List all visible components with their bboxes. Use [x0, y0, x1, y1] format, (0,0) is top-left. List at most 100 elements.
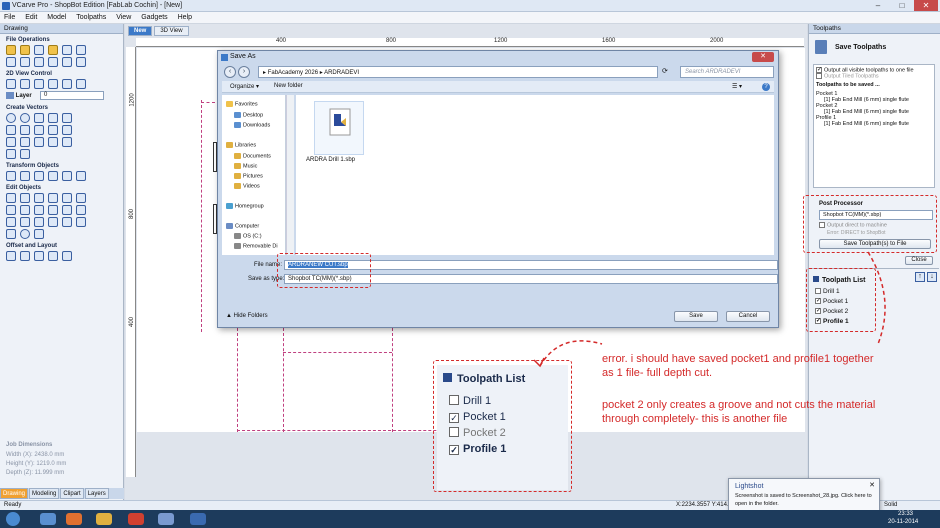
- close-panel-button[interactable]: Close: [905, 256, 933, 265]
- menu-help[interactable]: Help: [174, 12, 196, 23]
- save-icon[interactable]: [34, 45, 44, 55]
- nav-removable[interactable]: Removable Di: [234, 243, 278, 249]
- line-tool-icon[interactable]: [6, 125, 16, 135]
- arc-tool-icon[interactable]: [34, 125, 44, 135]
- new-folder-button[interactable]: New folder: [274, 83, 303, 89]
- ellipse-tool-icon[interactable]: [20, 113, 30, 123]
- save-button[interactable]: Save: [674, 311, 718, 322]
- nav-libraries[interactable]: Libraries: [226, 142, 256, 148]
- zoom-out-icon[interactable]: [34, 79, 44, 89]
- tab-modeling[interactable]: Modeling: [29, 488, 60, 499]
- move-icon[interactable]: [6, 171, 16, 181]
- refresh-icon[interactable]: [76, 57, 86, 67]
- tabs-icon[interactable]: [34, 229, 44, 239]
- nav-downloads[interactable]: Downloads: [234, 122, 270, 128]
- nav-pictures[interactable]: Pictures: [234, 173, 263, 179]
- paste-icon[interactable]: [48, 57, 58, 67]
- tab-clipart[interactable]: Clipart: [60, 488, 84, 499]
- tab-new[interactable]: New: [128, 26, 153, 36]
- mirror-icon[interactable]: [76, 171, 86, 181]
- trim-icon[interactable]: [48, 217, 58, 227]
- back-button[interactable]: ‹: [224, 66, 236, 78]
- offset-icon[interactable]: [6, 251, 16, 261]
- output-all-checkbox[interactable]: ✓: [816, 67, 822, 73]
- move-down-icon[interactable]: ↓: [927, 272, 937, 282]
- dialog-close-button[interactable]: ✕: [752, 52, 774, 62]
- scissors-icon[interactable]: [76, 205, 86, 215]
- weld-icon[interactable]: [6, 205, 16, 215]
- text-on-curve-icon[interactable]: [20, 137, 30, 147]
- forward-button[interactable]: ›: [238, 66, 250, 78]
- notification-close-icon[interactable]: ✕: [869, 481, 875, 489]
- size-icon[interactable]: [34, 171, 44, 181]
- pan-icon[interactable]: [48, 79, 58, 89]
- folder-taskbar-icon[interactable]: [96, 513, 112, 525]
- spline-icon[interactable]: [62, 217, 72, 227]
- zoom-in-icon[interactable]: [20, 79, 30, 89]
- nav-documents[interactable]: Documents: [234, 153, 271, 159]
- zoom-fit-icon[interactable]: [6, 79, 16, 89]
- polygon-tool-icon[interactable]: [48, 113, 58, 123]
- file-list[interactable]: ARDRA Drill 1.sbp: [296, 95, 774, 255]
- cancel-button[interactable]: Cancel: [726, 311, 770, 322]
- new-file-icon[interactable]: [6, 45, 16, 55]
- app-taskbar-icon[interactable]: [158, 513, 174, 525]
- refresh-icon[interactable]: ⟳: [662, 67, 668, 75]
- start-button-icon[interactable]: [6, 512, 20, 526]
- menu-file[interactable]: File: [0, 12, 19, 23]
- extend-icon[interactable]: [6, 217, 16, 227]
- break-icon[interactable]: [76, 217, 86, 227]
- nav-desktop[interactable]: Desktop: [234, 112, 263, 118]
- block-copy-icon[interactable]: [62, 251, 72, 261]
- nest-icon[interactable]: [48, 251, 58, 261]
- menu-edit[interactable]: Edit: [21, 12, 41, 23]
- menu-view[interactable]: View: [112, 12, 135, 23]
- join-icon[interactable]: [76, 193, 86, 203]
- organize-button[interactable]: Organize ▾: [230, 83, 259, 90]
- import-icon[interactable]: [48, 45, 58, 55]
- zoom-box-icon[interactable]: [62, 79, 72, 89]
- copy-icon[interactable]: [34, 57, 44, 67]
- menu-gadgets[interactable]: Gadgets: [137, 12, 171, 23]
- distort-icon[interactable]: [48, 171, 58, 181]
- ungroup-icon[interactable]: [62, 193, 72, 203]
- tab-3d-view[interactable]: 3D View: [154, 26, 189, 36]
- explorer-taskbar-icon[interactable]: [40, 513, 56, 525]
- align-icon[interactable]: [20, 171, 30, 181]
- undo-icon[interactable]: [76, 45, 86, 55]
- move-up-icon[interactable]: ↑: [915, 272, 925, 282]
- select-icon[interactable]: [6, 193, 16, 203]
- text-tool-icon[interactable]: [6, 137, 16, 147]
- grid-icon[interactable]: [76, 79, 86, 89]
- nav-computer[interactable]: Computer: [226, 223, 259, 229]
- nav-scrollbar[interactable]: [286, 95, 294, 255]
- curve-tool-icon[interactable]: [20, 125, 30, 135]
- layer-select[interactable]: 0: [40, 91, 104, 100]
- bezier-tool-icon[interactable]: [48, 125, 58, 135]
- minimize-button[interactable]: –: [866, 0, 890, 11]
- help-icon[interactable]: ?: [762, 83, 770, 91]
- smooth-icon[interactable]: [20, 217, 30, 227]
- node-edit-icon[interactable]: [20, 193, 30, 203]
- snap-icon[interactable]: [6, 57, 16, 67]
- circle-tool-icon[interactable]: [6, 113, 16, 123]
- tab-drawing[interactable]: Drawing: [0, 488, 29, 499]
- fillet-tool-icon[interactable]: [48, 137, 58, 147]
- menu-model[interactable]: Model: [43, 12, 70, 23]
- search-input[interactable]: Search ARDRADEVI: [680, 66, 774, 78]
- mark-icon[interactable]: [6, 229, 16, 239]
- redo-icon[interactable]: [62, 57, 72, 67]
- file-item[interactable]: [314, 101, 364, 155]
- intersect-icon[interactable]: [34, 205, 44, 215]
- hide-folders-button[interactable]: ▲ Hide Folders: [226, 313, 268, 319]
- file-name[interactable]: ARDRA Drill 1.sbp: [306, 157, 355, 163]
- nav-music[interactable]: Music: [234, 163, 257, 169]
- rotate-icon[interactable]: [62, 171, 72, 181]
- menu-toolpaths[interactable]: Toolpaths: [72, 12, 110, 23]
- measure-icon[interactable]: [48, 205, 58, 215]
- dogbone-tool-icon[interactable]: [20, 149, 30, 159]
- close-window-button[interactable]: ✕: [914, 0, 938, 11]
- circular-array-icon[interactable]: [34, 251, 44, 261]
- subtract-icon[interactable]: [20, 205, 30, 215]
- trim-tool-icon[interactable]: [62, 137, 72, 147]
